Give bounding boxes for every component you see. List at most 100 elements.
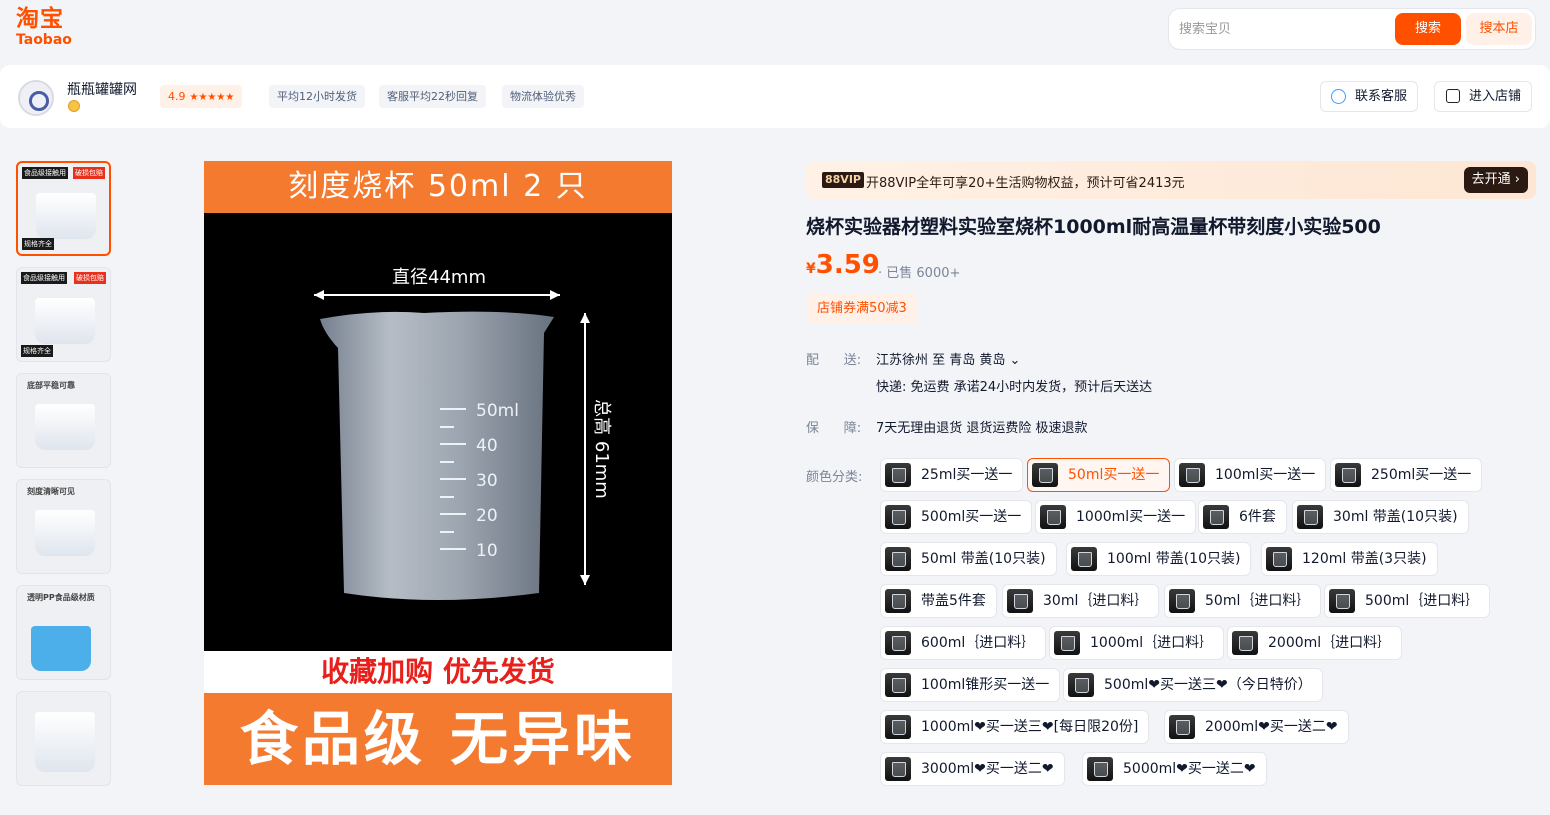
sku-option-label: 500ml❤买一送三❤（今日特价） (1104, 677, 1312, 693)
sku-option[interactable]: 带盖5件套 (880, 584, 997, 618)
delivery-detail: 快递: 免运费 承诺24小时内发货，预计后天送达 (876, 380, 1153, 395)
sku-option[interactable]: 100ml锥形买一送一 (880, 668, 1061, 702)
thumb-tag: 规格齐全 (22, 238, 54, 250)
shop-rating: 4.9 ★★★★★ (160, 85, 243, 108)
sku-option-label: 1000ml❤买一送三❤[每日限20份] (921, 719, 1139, 735)
sold-count: · 已售 6000+ (878, 266, 961, 281)
sku-option[interactable]: 100ml 带盖(10只装) (1066, 542, 1252, 576)
sku-option[interactable]: 500ml❤买一送三❤（今日特价） (1063, 668, 1323, 702)
scale-label: 40 (476, 436, 498, 456)
sku-option[interactable]: 100ml买一送一 (1174, 458, 1327, 492)
thumbnail-6[interactable] (16, 691, 111, 786)
sku-option[interactable]: 5000ml❤买一送二❤ (1082, 752, 1267, 786)
sku-option-label: 2000ml｛进口料｝ (1268, 635, 1392, 651)
sku-thumbnail (885, 547, 911, 571)
sku-option[interactable]: 2000ml｛进口料｝ (1227, 626, 1403, 660)
star-icons: ★★★★★ (189, 92, 235, 103)
guarantee-label: 保 障: (806, 421, 862, 436)
crown-icon (68, 100, 80, 112)
thumb-tag: 规格齐全 (21, 345, 53, 357)
sku-thumbnail (1007, 589, 1033, 613)
blue-liquid-image (31, 626, 91, 671)
sku-thumbnail (1071, 547, 1097, 571)
sku-thumbnail (885, 631, 911, 655)
sku-thumbnail (1169, 715, 1195, 739)
search-input[interactable] (1179, 19, 1389, 39)
sku-option-label: 120ml 带盖(3只装) (1302, 551, 1427, 567)
thumbnail-1[interactable]: 食品级接触用 破损包赔 规格齐全 (16, 161, 111, 256)
sku-option-label: 250ml买一送一 (1371, 467, 1472, 483)
beaker-image (36, 193, 96, 239)
sku-option-label: 100ml 带盖(10只装) (1107, 551, 1241, 567)
sku-option[interactable]: 50ml｛进口料｝ (1164, 584, 1322, 618)
thumbnail-5[interactable]: 透明PP食品级材质 (16, 585, 111, 680)
rating-value: 4.9 (168, 90, 186, 103)
sku-option-label: 25ml买一送一 (921, 467, 1013, 483)
sku-option-selected[interactable]: 50ml买一送一 (1027, 458, 1171, 492)
sku-thumbnail (885, 715, 911, 739)
sku-option[interactable]: 50ml 带盖(10只装) (880, 542, 1057, 576)
scale-label: 50ml (476, 401, 519, 421)
sku-option[interactable]: 1000ml买一送一 (1035, 500, 1197, 534)
sku-option[interactable]: 1000ml｛进口料｝ (1049, 626, 1225, 660)
logo-cn: 淘宝 (16, 6, 64, 32)
sku-option-label: 500ml｛进口料｝ (1365, 593, 1480, 609)
sku-option-label: 50ml 带盖(10只装) (921, 551, 1046, 567)
sku-option[interactable]: 600ml｛进口料｝ (880, 626, 1047, 660)
logo-en: Taobao (16, 32, 72, 48)
search-button[interactable]: 搜索 (1395, 13, 1461, 45)
taobao-logo[interactable]: 淘宝 Taobao (16, 6, 86, 50)
sku-option[interactable]: 500ml买一送一 (880, 500, 1033, 534)
shop-tag-logistics: 物流体验优秀 (502, 85, 584, 108)
thumbnail-2[interactable]: 食品级接触用 破损包赔 规格齐全 (16, 267, 111, 362)
shop-tag-shipping: 平均12小时发货 (269, 85, 365, 108)
thumb-label: 底部平稳可靠 (27, 381, 75, 390)
promo-text: 收藏加购 优先发货 (204, 651, 672, 693)
beaker-illustration: 直径44mm 总高 61mm 50ml 40 30 20 10 (314, 267, 612, 600)
height-label: 总高 61mm (591, 399, 612, 499)
shop-name[interactable]: 瓶瓶罐罐网 (67, 79, 137, 99)
sku-option[interactable]: 250ml买一送一 (1330, 458, 1483, 492)
sku-thumbnail (885, 757, 911, 781)
sku-option[interactable]: 1000ml❤买一送三❤[每日限20份] (880, 710, 1150, 744)
delivery-route[interactable]: 江苏徐州 至 青岛 黄岛 ⌄ (876, 349, 1020, 368)
thumb-label: 刻度清晰可见 (27, 487, 75, 496)
sku-option[interactable]: 30ml 带盖(10只装) (1292, 500, 1469, 534)
beaker-image (35, 712, 95, 772)
enter-shop-button[interactable]: 进入店铺 (1434, 81, 1533, 112)
sku-option-label: 3000ml❤买一送二❤ (921, 761, 1054, 777)
search-box: 搜索 搜本店 (1168, 8, 1536, 50)
thumbnail-4[interactable]: 刻度清晰可见 (16, 479, 111, 574)
contact-label: 联系客服 (1355, 89, 1408, 104)
main-product-image[interactable]: 刻度烧杯 50ml 2 只 直径44mm 总高 61mm 50ml 40 30 … (204, 161, 672, 785)
sku-option[interactable]: 500ml｛进口料｝ (1324, 584, 1491, 618)
thumb-label: 透明PP食品级材质 (27, 593, 95, 602)
sku-thumbnail (885, 463, 911, 487)
sku-option[interactable]: 2000ml❤买一送二❤ (1164, 710, 1349, 744)
sku-option-label: 30ml 带盖(10只装) (1333, 509, 1458, 525)
thumbnail-3[interactable]: 底部平稳可靠 (16, 373, 111, 468)
thumb-tag: 食品级接触用 (21, 272, 67, 284)
vip-open-button[interactable]: 去开通 › (1463, 167, 1528, 193)
sku-option[interactable]: 30ml｛进口料｝ (1002, 584, 1160, 618)
scale-label: 30 (476, 471, 498, 491)
guarantee-value: 7天无理由退货 退货运费险 极速退款 (876, 421, 1088, 436)
scale-label: 10 (476, 541, 498, 561)
currency-symbol: ¥ (806, 261, 816, 277)
sku-option-label: 1000ml买一送一 (1076, 509, 1186, 525)
contact-service-button[interactable]: 联系客服 (1320, 81, 1419, 112)
shop-coupon[interactable]: 店铺券满50减3 (807, 293, 917, 324)
sku-thumbnail (885, 673, 911, 697)
sku-thumbnail (1169, 589, 1195, 613)
sku-option[interactable]: 6件套 (1198, 500, 1287, 534)
sku-option-label: 500ml买一送一 (921, 509, 1022, 525)
sku-option[interactable]: 120ml 带盖(3只装) (1261, 542, 1438, 576)
enter-label: 进入店铺 (1469, 89, 1522, 104)
beaker-photo: 直径44mm 总高 61mm 50ml 40 30 20 10 (204, 213, 672, 651)
shop-avatar[interactable] (18, 80, 54, 116)
sku-option-label: 600ml｛进口料｝ (921, 635, 1036, 651)
vip-badge: 88VIP (822, 172, 864, 188)
sku-option[interactable]: 25ml买一送一 (880, 458, 1024, 492)
sku-option[interactable]: 3000ml❤买一送二❤ (880, 752, 1065, 786)
search-shop-button[interactable]: 搜本店 (1466, 13, 1532, 45)
